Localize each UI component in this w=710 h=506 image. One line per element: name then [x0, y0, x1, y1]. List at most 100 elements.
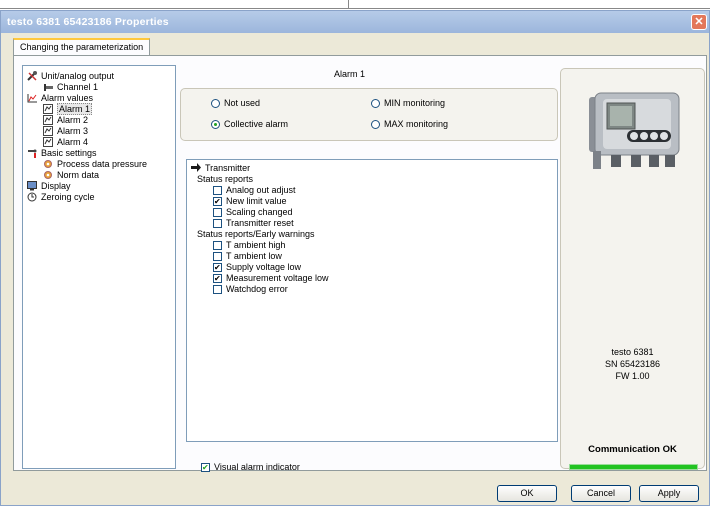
checkbox-box	[201, 462, 210, 473]
checkbox-supply-voltage-low[interactable]: Supply voltage low	[213, 262, 301, 273]
checkbox-analog-out-adjust[interactable]: Analog out adjust	[213, 185, 296, 196]
alarm-heading: Alarm 1	[334, 69, 366, 79]
tab-changing-parameterization[interactable]: Changing the parameterization	[13, 38, 151, 55]
checkbox-label: New limit value	[226, 196, 287, 206]
tree-item-label: Process data pressure	[57, 159, 148, 169]
tree-item-alarm-1[interactable]: Alarm 1	[43, 103, 93, 115]
device-serial: SN 65423186	[604, 359, 661, 369]
checkbox-transmitter-reset[interactable]: Transmitter reset	[213, 218, 294, 229]
tree-item-display[interactable]: Display	[27, 181, 71, 192]
communication-status-bar	[569, 464, 698, 470]
tree-item-label: Alarm 3	[57, 126, 89, 136]
alarm-item-icon	[43, 126, 54, 136]
checkbox-label: Watchdog error	[226, 284, 288, 294]
tree-item-label: Channel 1	[57, 82, 99, 92]
checkbox-box	[213, 273, 222, 284]
tree-item-label: Unit/analog output	[41, 71, 115, 81]
checkbox-visual-alarm-indicator[interactable]: Visual alarm indicator	[201, 462, 300, 473]
group-status-reports: Status reports	[197, 174, 254, 184]
device-model: testo 6381	[611, 347, 654, 357]
checkbox-box	[213, 196, 222, 207]
radio-label: MAX monitoring	[384, 119, 449, 129]
alarm-item-icon	[43, 137, 54, 147]
tree-item-label: Display	[41, 181, 71, 191]
title-bar[interactable]: testo 6381 65423186 Properties ✕	[1, 11, 709, 33]
tree-item-alarm-2[interactable]: Alarm 2	[43, 115, 88, 126]
radio-not-used[interactable]: Not used	[211, 98, 260, 109]
tree-item-zeroing-cycle[interactable]: Zeroing cycle	[27, 192, 95, 203]
apply-button[interactable]: Apply	[639, 485, 699, 502]
checkbox-label: Transmitter reset	[226, 218, 294, 228]
tree-item-alarm-4[interactable]: Alarm 4	[43, 137, 88, 148]
display-icon	[27, 181, 38, 191]
status-report-list[interactable]: Transmitter Status reports Analog out ad…	[186, 159, 558, 442]
checkbox-box	[213, 241, 222, 250]
radio-circle	[211, 120, 220, 129]
tree-item-unit-analog-output[interactable]: Unit/analog output	[27, 71, 114, 82]
checkbox-label: Scaling changed	[226, 207, 293, 217]
checkbox-label: Analog out adjust	[226, 185, 296, 195]
settings-icon	[27, 148, 38, 158]
communication-status: Communication OK	[588, 444, 677, 455]
tree-item-basic-settings[interactable]: Basic settings	[27, 148, 97, 159]
settings-tree[interactable]: Unit/analog output Channel 1 Alarm value…	[22, 65, 176, 469]
channel-icon	[43, 82, 54, 92]
alarm-chart-icon	[27, 93, 38, 103]
tree-item-label: Norm data	[57, 170, 100, 180]
tools-icon	[27, 71, 38, 81]
checkbox-box	[213, 252, 222, 261]
alarm-item-icon	[43, 115, 54, 125]
checkbox-label: T ambient high	[226, 240, 286, 250]
checkbox-scaling-changed[interactable]: Scaling changed	[213, 207, 293, 218]
clock-icon	[27, 192, 38, 202]
checkbox-label: Supply voltage low	[226, 262, 302, 272]
radio-label: MIN monitoring	[384, 98, 446, 108]
checkbox-box	[213, 285, 222, 294]
device-image	[583, 89, 683, 179]
list-root-transmitter: Transmitter	[191, 163, 250, 174]
device-info-panel: testo 6381 SN 65423186 FW 1.00 Communica…	[560, 68, 705, 470]
radio-label: Not used	[224, 98, 261, 108]
tree-item-norm-data[interactable]: Norm data	[43, 170, 99, 181]
radio-circle	[371, 99, 380, 108]
radio-circle	[371, 120, 380, 129]
device-firmware: FW 1.00	[615, 371, 650, 381]
radio-label: Collective alarm	[224, 119, 289, 129]
tree-item-label: Alarm 4	[57, 137, 89, 147]
checkbox-new-limit-value[interactable]: New limit value	[213, 196, 287, 207]
checkbox-label: T ambient low	[226, 251, 282, 261]
checkbox-label: Visual alarm indicator	[214, 462, 300, 472]
checkbox-t-ambient-high[interactable]: T ambient high	[213, 240, 285, 251]
close-button[interactable]: ✕	[691, 14, 707, 30]
checkbox-watchdog-error[interactable]: Watchdog error	[213, 284, 288, 295]
radio-circle	[211, 99, 220, 108]
radio-min-monitoring[interactable]: MIN monitoring	[371, 98, 445, 109]
checkbox-label: Measurement voltage low	[226, 273, 329, 283]
checkbox-box	[213, 219, 222, 228]
window-title: testo 6381 65423186 Properties	[7, 16, 169, 28]
ok-button[interactable]: OK	[497, 485, 557, 502]
gear-icon	[43, 159, 54, 169]
alarm-mode-group: Not used MIN monitoring Collective alarm…	[180, 88, 558, 141]
checkbox-box	[213, 208, 222, 217]
checkbox-box	[213, 262, 222, 273]
tree-item-process-data-pressure[interactable]: Process data pressure	[43, 159, 147, 170]
tree-item-channel-1[interactable]: Channel 1	[43, 82, 98, 93]
checkbox-measurement-voltage-low[interactable]: Measurement voltage low	[213, 273, 329, 284]
radio-max-monitoring[interactable]: MAX monitoring	[371, 119, 448, 130]
tree-item-label: Alarm values	[41, 93, 94, 103]
document-rule-line	[0, 0, 710, 9]
tab-panel: Unit/analog output Channel 1 Alarm value…	[13, 55, 707, 473]
tree-item-label: Basic settings	[41, 148, 97, 158]
alarm-item-icon	[43, 104, 54, 114]
checkbox-t-ambient-low[interactable]: T ambient low	[213, 251, 282, 262]
tree-item-label: Alarm 2	[57, 115, 89, 125]
list-root-label: Transmitter	[205, 163, 251, 173]
radio-collective-alarm[interactable]: Collective alarm	[211, 119, 288, 130]
checkbox-box	[213, 186, 222, 195]
group-early-warnings: Status reports/Early warnings	[197, 229, 315, 239]
cancel-button[interactable]: Cancel	[571, 485, 631, 502]
properties-dialog: testo 6381 65423186 Properties ✕ Changin…	[0, 10, 710, 506]
tree-item-alarm-3[interactable]: Alarm 3	[43, 126, 88, 137]
document-rule-tick	[348, 0, 349, 8]
